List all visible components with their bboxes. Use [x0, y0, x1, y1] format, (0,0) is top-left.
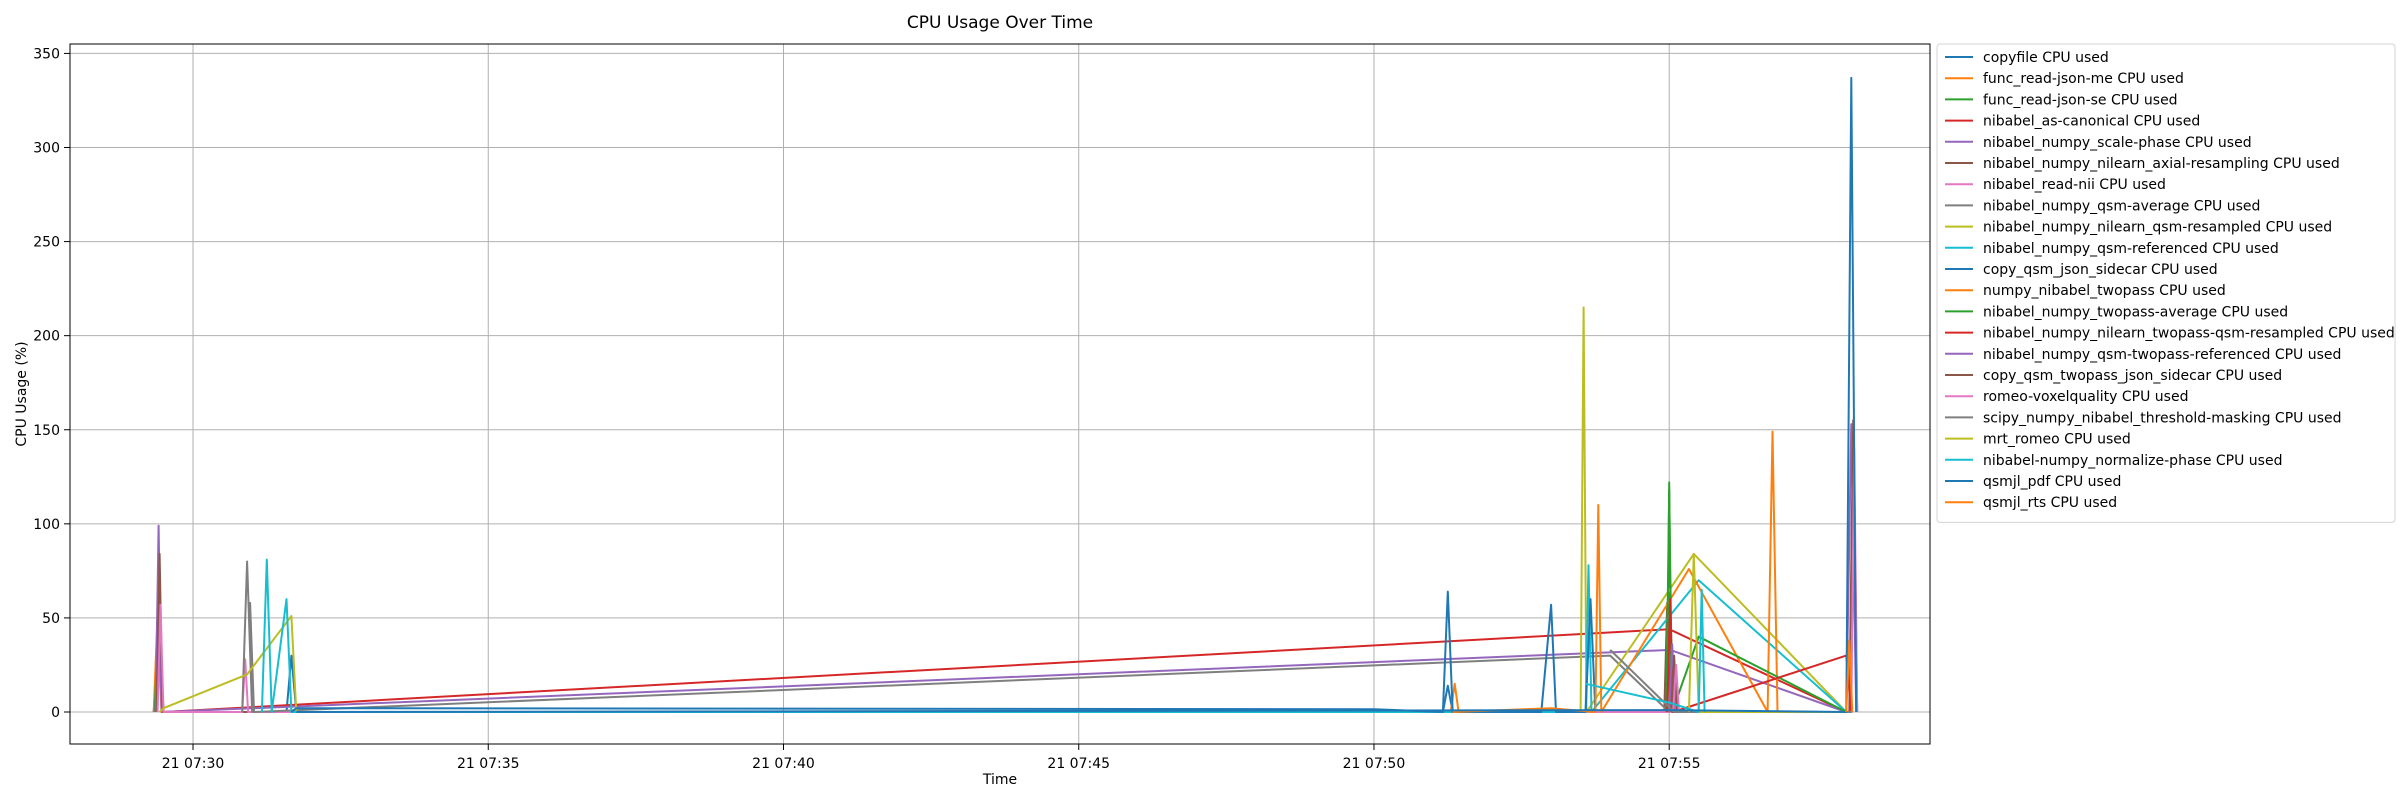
legend-item[interactable]: nibabel_numpy_nilearn_twopass-qsm-resamp… — [1945, 326, 2395, 342]
legend-label: nibabel_numpy_nilearn_twopass-qsm-resamp… — [1983, 326, 2395, 342]
y-axis-label: CPU Usage (%) — [14, 341, 30, 446]
legend-item[interactable]: copy_qsm_json_sidecar CPU used — [1945, 262, 2218, 278]
legend-item[interactable]: nibabel_as-canonical CPU used — [1945, 114, 2200, 130]
legend-item[interactable]: nibabel_numpy_twopass-average CPU used — [1945, 304, 2288, 320]
legend-label: func_read-json-me CPU used — [1983, 71, 2184, 87]
legend-item[interactable]: nibabel-numpy_normalize-phase CPU used — [1945, 453, 2282, 469]
legend-label: nibabel_as-canonical CPU used — [1983, 114, 2200, 130]
legend-item[interactable]: nibabel_numpy_scale-phase CPU used — [1945, 135, 2252, 151]
legend-item[interactable]: copy_qsm_twopass_json_sidecar CPU used — [1945, 368, 2282, 384]
y-tick-label: 300 — [33, 140, 60, 156]
y-tick-label: 200 — [33, 329, 60, 345]
y-tick-label: 50 — [42, 611, 60, 627]
legend-label: nibabel-numpy_normalize-phase CPU used — [1983, 453, 2282, 469]
legend-label: numpy_nibabel_twopass CPU used — [1983, 283, 2226, 299]
x-tick-label: 21 07:50 — [1343, 756, 1406, 772]
legend-item[interactable]: nibabel_numpy_nilearn_axial-resampling C… — [1945, 156, 2340, 172]
x-axis-label: Time — [982, 772, 1017, 788]
legend-label: nibabel_numpy_scale-phase CPU used — [1983, 135, 2252, 151]
legend-label: nibabel_read-nii CPU used — [1983, 177, 2166, 193]
legend-label: qsmjl_pdf CPU used — [1983, 474, 2121, 490]
legend-label: nibabel_numpy_twopass-average CPU used — [1983, 304, 2288, 320]
legend-item[interactable]: nibabel_numpy_nilearn_qsm-resampled CPU … — [1945, 220, 2332, 236]
chart-title: CPU Usage Over Time — [907, 13, 1093, 33]
legend-label: func_read-json-se CPU used — [1983, 92, 2178, 108]
legend-label: copy_qsm_twopass_json_sidecar CPU used — [1983, 368, 2282, 384]
legend-label: copyfile CPU used — [1983, 50, 2109, 66]
legend-label: romeo-voxelquality CPU used — [1983, 389, 2188, 405]
legend-label: nibabel_numpy_qsm-twopass-referenced CPU… — [1983, 347, 2341, 363]
x-tick-label: 21 07:35 — [457, 756, 520, 772]
legend-item[interactable]: nibabel_numpy_qsm-twopass-referenced CPU… — [1945, 347, 2341, 363]
legend-label: copy_qsm_json_sidecar CPU used — [1983, 262, 2218, 278]
legend-label: scipy_numpy_nibabel_threshold-masking CP… — [1983, 410, 2342, 426]
legend-label: mrt_romeo CPU used — [1983, 432, 2131, 448]
y-tick-label: 150 — [33, 423, 60, 439]
y-tick-label: 100 — [33, 517, 60, 533]
y-tick-label: 350 — [33, 46, 60, 62]
legend-label: nibabel_numpy_nilearn_axial-resampling C… — [1983, 156, 2340, 172]
cpu-usage-chart: 21 07:30 21 07:35 21 07:40 21 07:45 21 07:50… — [0, 0, 2400, 800]
x-tick-label: 21 07:55 — [1638, 756, 1701, 772]
legend-label: nibabel_numpy_qsm-average CPU used — [1983, 198, 2260, 214]
x-tick-label: 21 07:40 — [752, 756, 815, 772]
legend-item[interactable]: scipy_numpy_nibabel_threshold-masking CP… — [1945, 410, 2342, 426]
y-tick-label: 250 — [33, 235, 60, 251]
legend-item[interactable]: nibabel_numpy_qsm-referenced CPU used — [1945, 241, 2279, 257]
legend-item[interactable]: nibabel_numpy_qsm-average CPU used — [1945, 198, 2260, 214]
legend-item[interactable]: numpy_nibabel_twopass CPU used — [1945, 283, 2226, 299]
y-tick-label: 0 — [51, 705, 60, 721]
legend-label: nibabel_numpy_nilearn_qsm-resampled CPU … — [1983, 220, 2332, 236]
x-tick-label: 21 07:45 — [1047, 756, 1110, 772]
legend-label: nibabel_numpy_qsm-referenced CPU used — [1983, 241, 2279, 257]
x-tick-label: 21 07:30 — [162, 756, 225, 772]
legend-label: qsmjl_rts CPU used — [1983, 495, 2117, 511]
legend[interactable]: copyfile CPU used func_read-json-me CPU u… — [1936, 43, 2396, 523]
